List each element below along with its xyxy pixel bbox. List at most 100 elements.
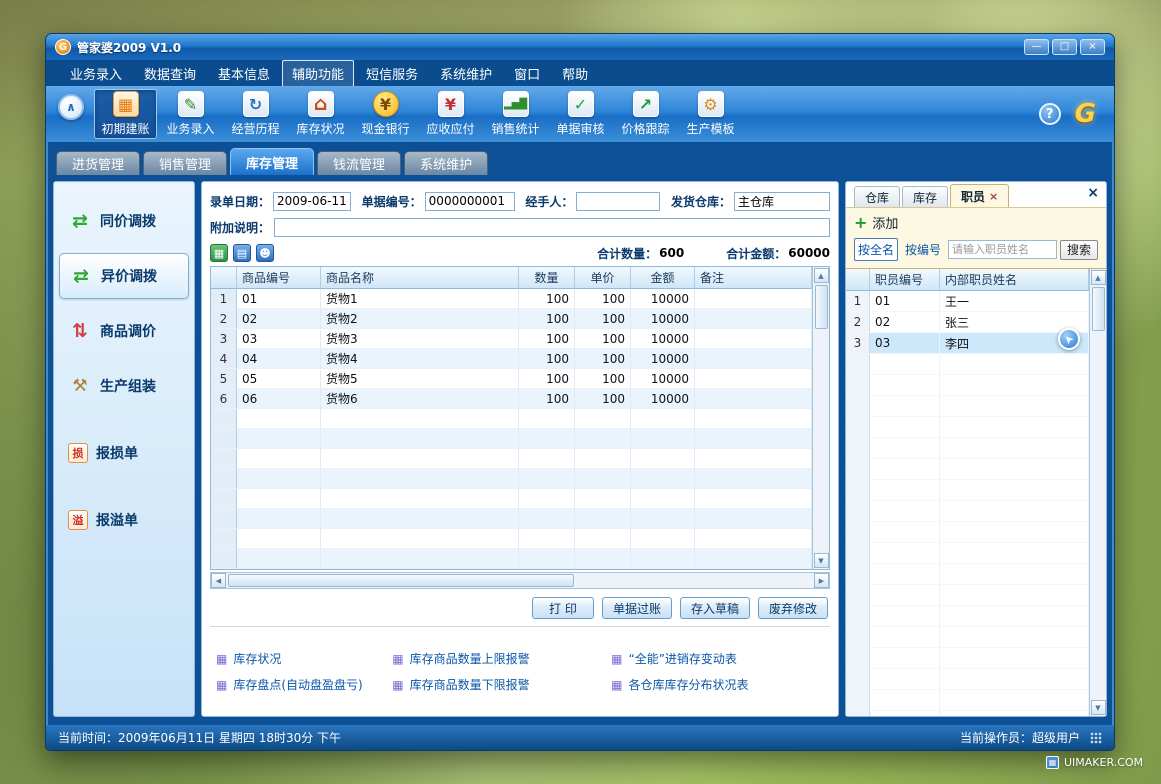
empty-cell[interactable] [940, 354, 1089, 375]
cell-price[interactable]: 100 [575, 289, 631, 309]
almighty-flow-report-link[interactable]: ▦ “全能”进销存变动表 [611, 646, 824, 672]
empty-cell[interactable] [695, 449, 812, 469]
empty-cell[interactable] [237, 549, 321, 569]
scroll-right-icon[interactable]: ▶ [814, 573, 829, 588]
doc-no-field[interactable] [425, 192, 515, 211]
empty-cell[interactable] [575, 469, 631, 489]
tab-sales-management[interactable]: 销售管理 [143, 151, 227, 175]
vscroll-thumb[interactable] [1092, 287, 1105, 331]
cell-qty[interactable]: 100 [519, 349, 575, 369]
stocktaking-link[interactable]: ▦ 库存盘点(自动盘盈盘亏) [216, 672, 386, 698]
discard-changes-button[interactable]: 废弃修改 [758, 597, 828, 619]
menu-item-sms-service[interactable]: 短信服务 [356, 60, 428, 87]
stock-upper-limit-alert-link[interactable]: ▦ 库存商品数量上限报警 [392, 646, 605, 672]
empty-cell[interactable] [940, 648, 1089, 669]
filter-by-code-button[interactable]: 按编号 [901, 238, 945, 261]
empty-cell[interactable] [575, 509, 631, 529]
cell-amount[interactable]: 10000 [631, 329, 695, 349]
insert-row-icon[interactable]: ▦ [210, 244, 228, 262]
empty-cell[interactable] [940, 417, 1089, 438]
note-field[interactable] [274, 218, 830, 237]
table-hscrollbar[interactable]: ◀ ▶ [210, 572, 830, 589]
scroll-up-icon[interactable]: ▲ [1091, 270, 1106, 285]
scroll-left-icon[interactable]: ◀ [211, 573, 226, 588]
empty-cell[interactable] [870, 648, 940, 669]
post-voucher-button[interactable]: 单据过账 [602, 597, 672, 619]
empty-cell[interactable] [870, 690, 940, 711]
empty-cell[interactable] [237, 409, 321, 429]
empty-cell[interactable] [940, 669, 1089, 690]
empty-cell[interactable] [940, 501, 1089, 522]
menu-item-system-maintenance[interactable]: 系统维护 [430, 60, 502, 87]
empty-cell[interactable] [695, 549, 812, 569]
empty-cell[interactable] [940, 690, 1089, 711]
sidebar-item-same-price-transfer[interactable]: ⇄ 同价调拨 [54, 198, 194, 244]
empty-cell[interactable] [321, 429, 519, 449]
cell-note[interactable] [695, 309, 812, 329]
empty-cell[interactable] [237, 529, 321, 549]
cell-staff-code[interactable]: 02 [870, 312, 940, 333]
empty-cell[interactable] [519, 469, 575, 489]
empty-cell[interactable] [519, 549, 575, 569]
empty-cell[interactable] [519, 509, 575, 529]
empty-cell[interactable] [631, 409, 695, 429]
cell-name[interactable]: 货物1 [321, 289, 519, 309]
tab-inventory[interactable]: 库存 [902, 186, 948, 207]
cell-qty[interactable]: 100 [519, 309, 575, 329]
cell-staff-code[interactable]: 01 [870, 291, 940, 312]
menu-item-window[interactable]: 窗口 [504, 60, 550, 87]
empty-cell[interactable] [631, 509, 695, 529]
calculator-icon[interactable]: ▤ [233, 244, 251, 262]
cell-code[interactable]: 06 [237, 389, 321, 409]
cell-price[interactable]: 100 [575, 369, 631, 389]
empty-cell[interactable] [631, 449, 695, 469]
empty-cell[interactable] [575, 429, 631, 449]
empty-cell[interactable] [940, 564, 1089, 585]
toolbar-item-production-template[interactable]: ⚙ 生产模板 [679, 89, 742, 139]
cell-note[interactable] [695, 369, 812, 389]
empty-cell[interactable] [940, 375, 1089, 396]
toolbar-scroll-up-button[interactable]: ∧ [58, 94, 84, 120]
empty-cell[interactable] [237, 489, 321, 509]
cell-price[interactable]: 100 [575, 329, 631, 349]
empty-cell[interactable] [695, 469, 812, 489]
empty-cell[interactable] [870, 522, 940, 543]
empty-cell[interactable] [321, 449, 519, 469]
cell-qty[interactable]: 100 [519, 329, 575, 349]
toolbar-item-voucher-audit[interactable]: ✓ 单据审核 [549, 89, 612, 139]
cell-note[interactable] [695, 389, 812, 409]
empty-cell[interactable] [940, 711, 1089, 716]
inventory-status-link[interactable]: ▦ 库存状况 [216, 646, 386, 672]
cell-code[interactable]: 02 [237, 309, 321, 329]
empty-cell[interactable] [870, 543, 940, 564]
cell-amount[interactable]: 10000 [631, 369, 695, 389]
empty-cell[interactable] [870, 438, 940, 459]
empty-cell[interactable] [575, 489, 631, 509]
cell-name[interactable]: 货物3 [321, 329, 519, 349]
cell-price[interactable]: 100 [575, 349, 631, 369]
cell-name[interactable]: 货物2 [321, 309, 519, 329]
sidebar-item-loss-report[interactable]: 损 报损单 [54, 430, 194, 476]
empty-cell[interactable] [519, 489, 575, 509]
empty-cell[interactable] [870, 606, 940, 627]
cell-code[interactable]: 04 [237, 349, 321, 369]
empty-cell[interactable] [519, 529, 575, 549]
cell-note[interactable] [695, 289, 812, 309]
empty-cell[interactable] [237, 469, 321, 489]
empty-cell[interactable] [519, 429, 575, 449]
menu-item-data-query[interactable]: 数据查询 [134, 60, 206, 87]
staff-search-input[interactable] [948, 240, 1057, 259]
empty-cell[interactable] [321, 469, 519, 489]
stock-lower-limit-alert-link[interactable]: ▦ 库存商品数量下限报警 [392, 672, 605, 698]
tab-warehouse[interactable]: 仓库 [854, 186, 900, 207]
empty-cell[interactable] [237, 449, 321, 469]
empty-cell[interactable] [940, 459, 1089, 480]
empty-cell[interactable] [940, 480, 1089, 501]
hscroll-thumb[interactable] [228, 574, 574, 587]
cell-amount[interactable]: 10000 [631, 389, 695, 409]
empty-cell[interactable] [631, 429, 695, 449]
warehouse-distribution-link[interactable]: ▦ 各仓库库存分布状况表 [611, 672, 824, 698]
empty-cell[interactable] [575, 549, 631, 569]
menu-item-basic-info[interactable]: 基本信息 [208, 60, 280, 87]
empty-cell[interactable] [695, 509, 812, 529]
